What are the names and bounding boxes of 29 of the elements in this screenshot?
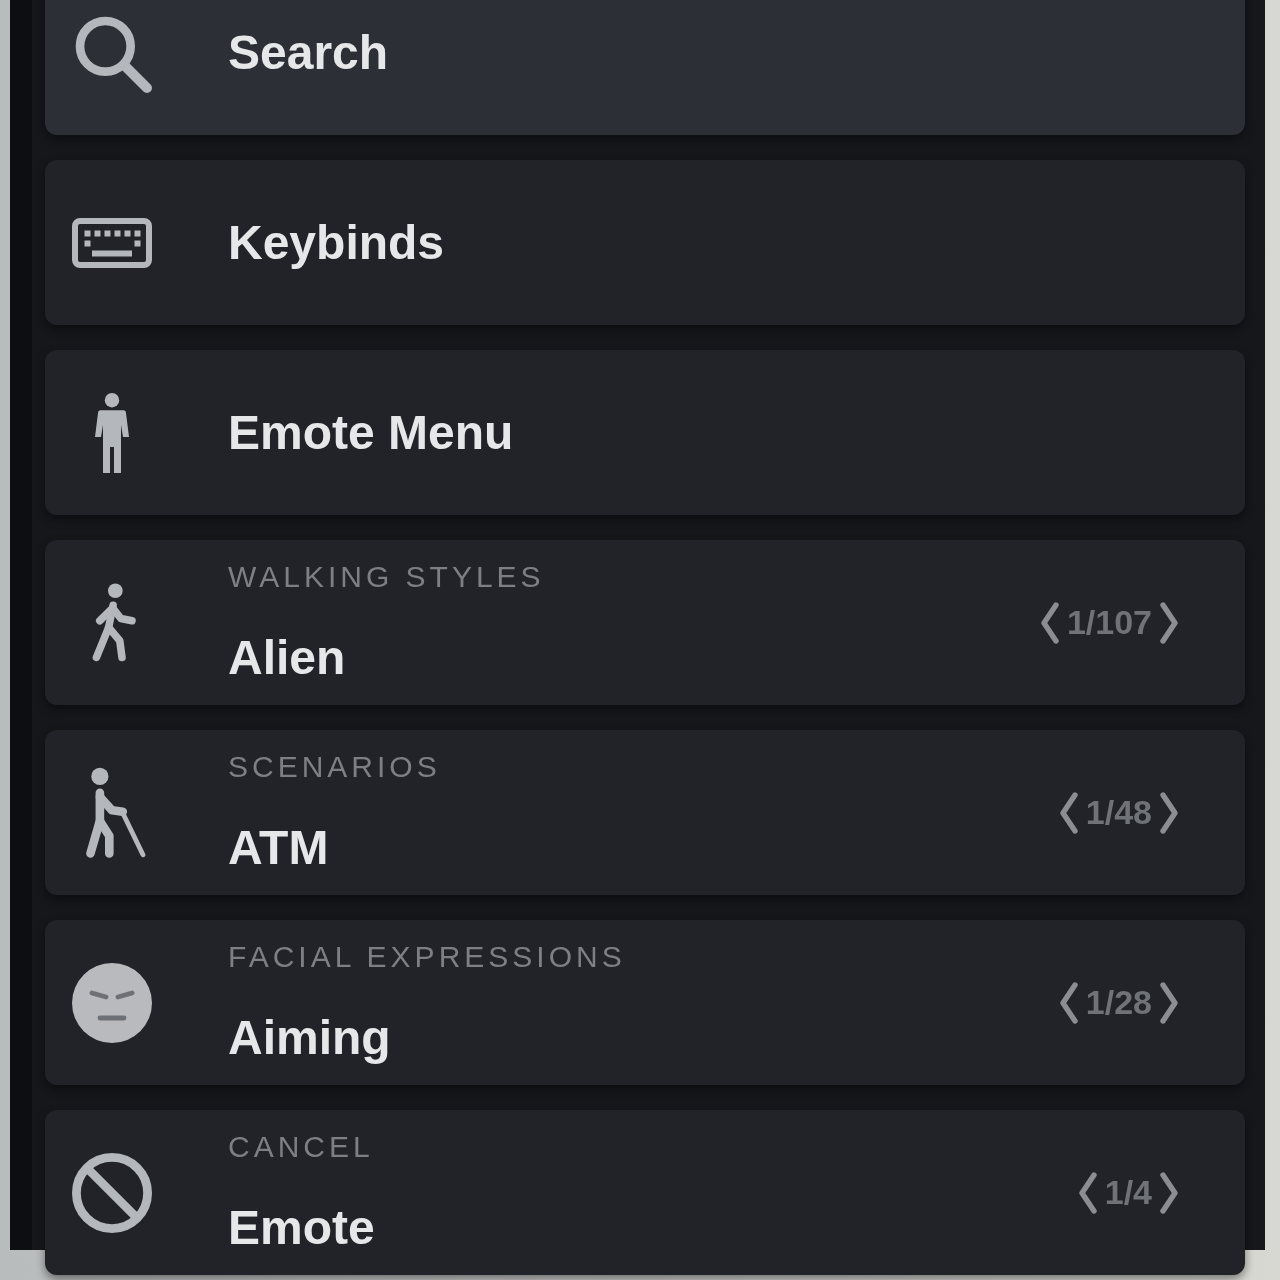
category-label: FACIAL EXPRESSIONS xyxy=(228,938,626,975)
chevron-right-icon[interactable] xyxy=(1158,981,1180,1024)
option-counter: 1/28 xyxy=(1085,982,1152,1023)
option-counter: 1/48 xyxy=(1085,792,1152,833)
option-value: Aiming xyxy=(228,1009,391,1066)
option-value: Emote xyxy=(228,1199,375,1256)
prohibited-icon xyxy=(72,1152,152,1233)
option-counter: 1/107 xyxy=(1066,602,1152,643)
chevron-right-icon[interactable] xyxy=(1158,1171,1180,1214)
selector-row[interactable]: FACIAL EXPRESSIONS Aiming 1/28 xyxy=(45,920,1245,1085)
chevron-right-icon[interactable] xyxy=(1158,791,1180,834)
category-label: CANCEL xyxy=(228,1128,374,1165)
option-value: ATM xyxy=(228,819,329,876)
chevron-right-icon[interactable] xyxy=(1158,601,1180,644)
category-label: SCENARIOS xyxy=(228,748,441,785)
selector-row[interactable]: WALKING STYLES Alien 1/107 xyxy=(45,540,1245,705)
chevron-left-icon[interactable] xyxy=(1038,601,1061,644)
option-counter: 1/4 xyxy=(1104,1172,1152,1213)
chevron-left-icon[interactable] xyxy=(1076,1171,1099,1214)
menu-item[interactable]: Keybinds xyxy=(45,160,1245,325)
option-value: Alien xyxy=(228,629,346,686)
menu-item[interactable]: Search xyxy=(45,0,1245,135)
selector-row[interactable]: CANCEL Emote 1/4 xyxy=(45,1110,1245,1275)
category-label: WALKING STYLES xyxy=(228,558,545,595)
selector-row[interactable]: SCENARIOS ATM 1/48 xyxy=(45,730,1245,895)
chevron-left-icon[interactable] xyxy=(1057,791,1080,834)
face-icon xyxy=(72,962,152,1043)
chevron-left-icon[interactable] xyxy=(1057,981,1080,1024)
menu-item[interactable]: Emote Menu xyxy=(45,350,1245,515)
